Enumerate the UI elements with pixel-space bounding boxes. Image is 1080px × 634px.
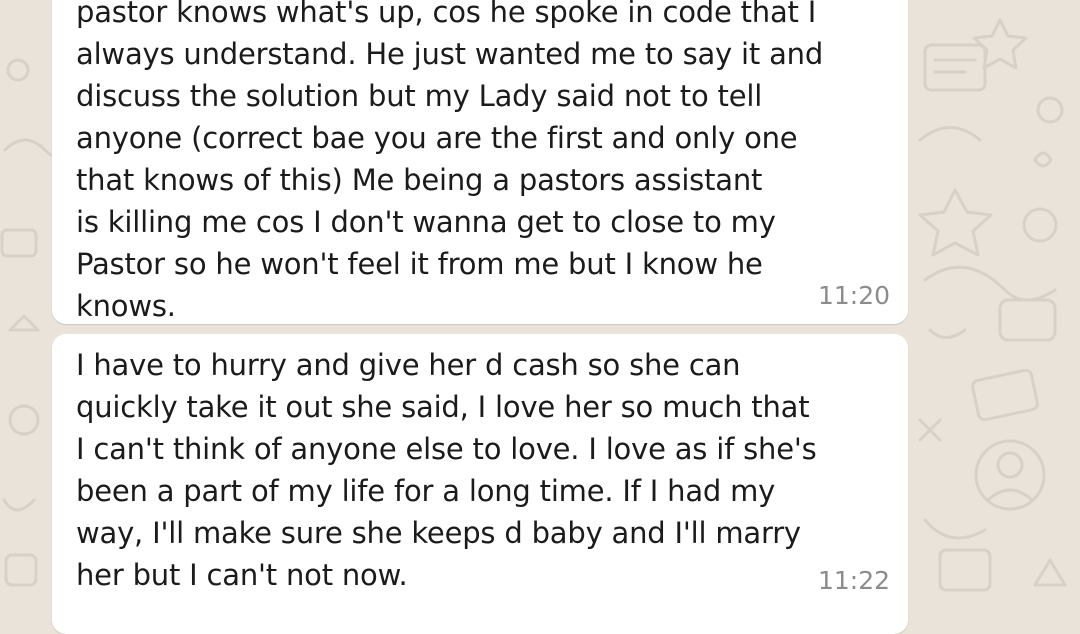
message-text: pastor knows what's up, cos he spoke in …	[76, 0, 824, 323]
message-timestamp: 11:22	[817, 566, 890, 595]
message-timestamp: 11:20	[817, 281, 890, 310]
message-bubble[interactable]: I have to hurry and give her d cash so s…	[52, 334, 908, 634]
chat-area[interactable]: pastor knows what's up, cos he spoke in …	[0, 0, 1080, 634]
message-bubble[interactable]: pastor knows what's up, cos he spoke in …	[52, 0, 908, 324]
message-text: I have to hurry and give her d cash so s…	[76, 348, 817, 592]
